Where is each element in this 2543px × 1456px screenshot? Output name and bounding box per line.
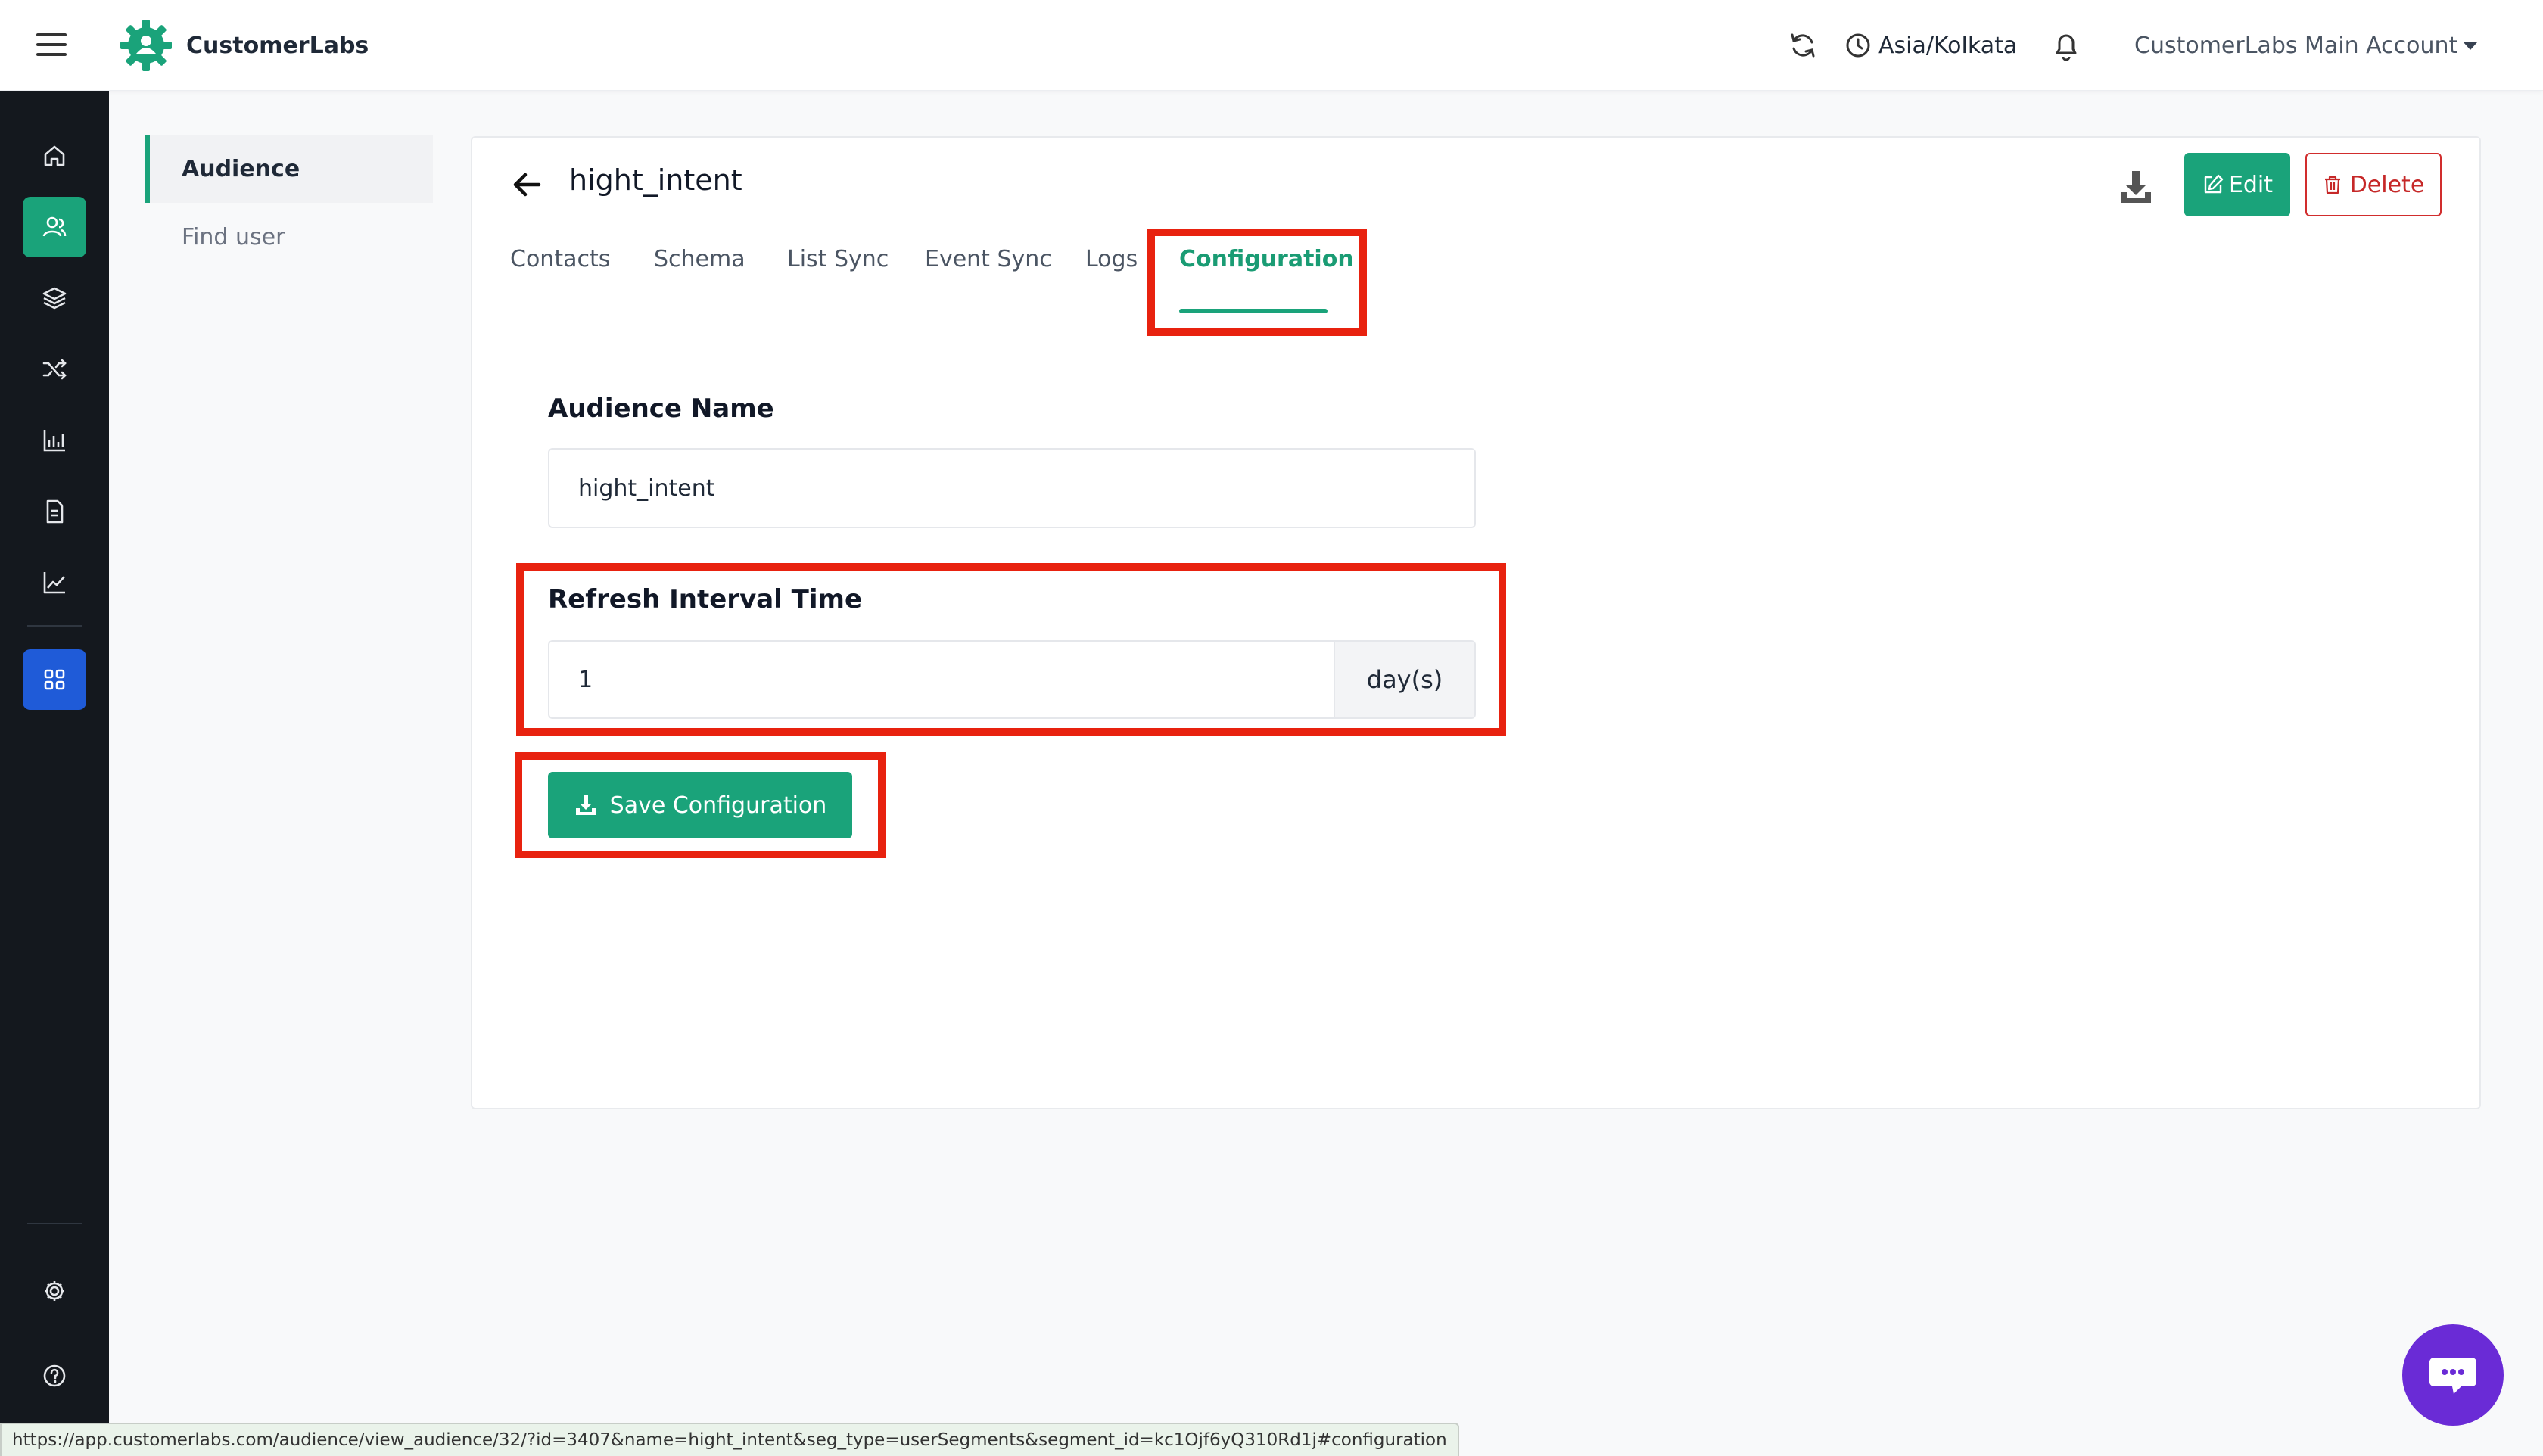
nav-layers[interactable] [23, 268, 86, 328]
nav-audience[interactable] [23, 197, 86, 257]
nav-reports[interactable] [23, 481, 86, 542]
timezone-label: Asia/Kolkata [1878, 32, 2018, 59]
edit-button[interactable]: Edit [2184, 153, 2290, 216]
brand-name: CustomerLabs [186, 32, 369, 59]
edit-icon [2204, 174, 2224, 194]
refresh-icon[interactable] [1788, 30, 1818, 61]
brand[interactable]: CustomerLabs [120, 17, 369, 74]
apps-grid-icon [44, 669, 65, 690]
settings-icon [45, 1281, 64, 1301]
timezone-selector[interactable]: Asia/Kolkata [1845, 27, 2017, 64]
left-sidebar [0, 91, 109, 1456]
highlight-box [515, 752, 886, 858]
edit-button-label: Edit [2228, 171, 2274, 198]
audience-name-input[interactable]: hight_intent [548, 448, 1476, 528]
sidebar-divider [27, 1223, 82, 1224]
tab-list-sync[interactable]: List Sync [787, 229, 889, 289]
nav-flows[interactable] [23, 339, 86, 400]
audience-icon [42, 216, 67, 237]
status-bar-url: https://app.customerlabs.com/audience/vi… [0, 1423, 1459, 1456]
subnav-item-audience[interactable]: Audience [145, 135, 433, 203]
delete-button-label: Delete [2349, 171, 2425, 198]
highlight-box [516, 563, 1506, 736]
highlight-box [1147, 229, 1367, 336]
bar-chart-icon [43, 430, 65, 452]
back-arrow-icon[interactable] [510, 168, 543, 201]
nav-apps[interactable] [23, 649, 86, 710]
nav-insights[interactable] [23, 552, 86, 613]
audience-name-label: Audience Name [548, 394, 774, 424]
bell-icon[interactable] [2051, 29, 2081, 62]
clock-icon [1846, 33, 1870, 58]
account-label: CustomerLabs Main Account [2134, 32, 2458, 59]
chat-widget-button[interactable] [2402, 1324, 2504, 1426]
nav-help[interactable] [23, 1346, 86, 1406]
account-dropdown[interactable]: CustomerLabs Main Account [2134, 27, 2478, 64]
delete-button[interactable]: Delete [2305, 153, 2442, 216]
layers-icon [42, 287, 67, 310]
document-icon [46, 499, 64, 524]
chevron-down-icon [2464, 42, 2478, 50]
subnav-item-label: Find user [182, 223, 285, 250]
nav-analytics[interactable] [23, 410, 86, 471]
page-title: hight_intent [569, 163, 742, 197]
nav-home[interactable] [23, 126, 86, 186]
tab-contacts[interactable]: Contacts [510, 229, 610, 289]
download-icon[interactable] [2116, 166, 2155, 206]
top-bar: CustomerLabs Asia/Kolkata CustomerLabs M… [0, 0, 2543, 91]
sidebar-divider [27, 625, 82, 627]
subnav-item-find-user[interactable]: Find user [145, 203, 433, 271]
home-icon [44, 145, 65, 166]
tab-event-sync[interactable]: Event Sync [925, 229, 1052, 289]
brand-logo-icon [120, 20, 172, 71]
chat-icon [2429, 1358, 2476, 1394]
audience-subnav: Audience Find user [145, 135, 433, 271]
shuffle-icon [42, 359, 67, 380]
help-icon [43, 1364, 66, 1387]
trash-icon [2324, 176, 2340, 194]
tab-schema[interactable]: Schema [654, 229, 745, 289]
nav-settings[interactable] [23, 1261, 86, 1321]
line-chart-icon [43, 572, 65, 594]
subnav-item-label: Audience [182, 155, 300, 182]
menu-icon[interactable] [36, 33, 67, 58]
tab-logs[interactable]: Logs [1085, 229, 1138, 289]
